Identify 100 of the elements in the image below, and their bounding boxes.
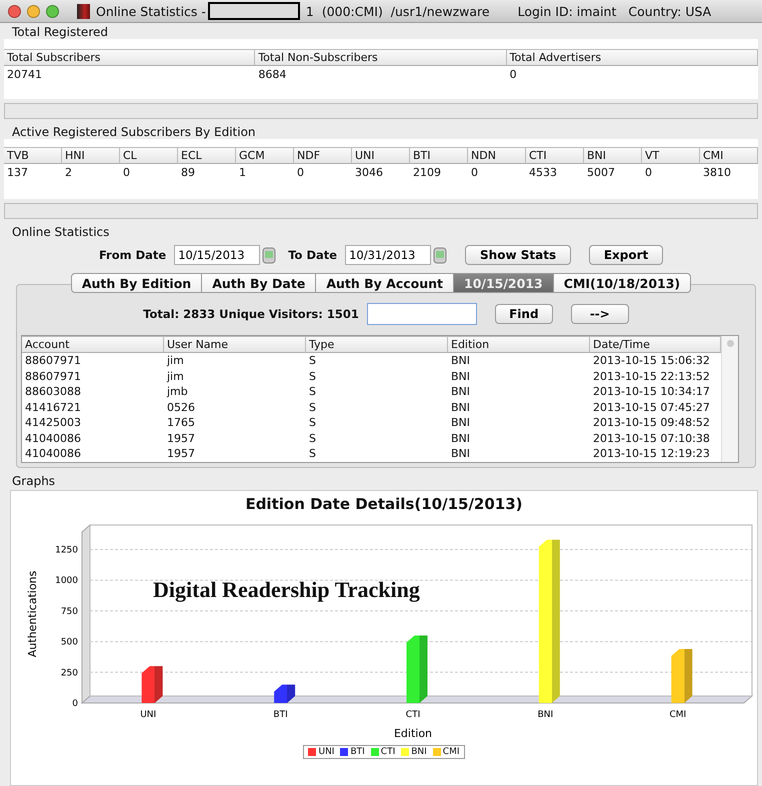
- legend-label: BTI: [350, 746, 365, 756]
- tab[interactable]: Auth By Edition: [70, 273, 202, 293]
- minimize-button[interactable]: [27, 4, 40, 18]
- table-cell-text: BNI: [450, 446, 472, 462]
- next-button[interactable]: -->: [570, 304, 629, 324]
- table-cell-text: BNI: [450, 400, 472, 415]
- column-header: TVB: [4, 147, 62, 164]
- column-header: GCM: [236, 147, 294, 164]
- overlay-caption: Digital Readership Tracking: [153, 576, 420, 602]
- section-title: Online Statistics: [11, 224, 110, 239]
- table-cell-text: 1957: [166, 430, 196, 446]
- y-tick-label: 1250: [55, 545, 78, 556]
- column-header: CTI: [526, 147, 584, 164]
- table-cell-text: 88607971: [24, 353, 82, 368]
- table-cell-text: BNI: [450, 430, 472, 446]
- search-field[interactable]: [366, 303, 477, 325]
- legend-label: CTI: [380, 746, 396, 756]
- section-title: Graphs: [11, 472, 56, 488]
- column-header: HNI: [62, 147, 120, 164]
- tab[interactable]: 10/15/2013: [454, 273, 554, 293]
- table-cell-text: 2013-10-15 22:13:52: [592, 368, 711, 384]
- table-cell-text: S: [308, 400, 317, 415]
- table-cell-text: 88607971: [24, 368, 82, 384]
- to-date-label: To Date: [288, 248, 338, 262]
- column-header: Total Subscribers: [4, 49, 256, 66]
- column-header: CMI: [700, 147, 758, 164]
- x-tick-label: BTI: [273, 710, 288, 720]
- y-tick-label: 500: [60, 637, 78, 648]
- from-date-label: From Date: [98, 248, 166, 262]
- column-header: NDF: [294, 147, 352, 164]
- table-cell-text: 0526: [166, 400, 196, 415]
- table-cell-text: 2013-10-15 07:45:27: [592, 400, 711, 415]
- x-tick-label: UNI: [140, 710, 156, 720]
- bar: [406, 634, 428, 702]
- find-button[interactable]: Find: [494, 304, 553, 324]
- table-cell-text: BNI: [450, 415, 472, 430]
- column-header: NDN: [468, 147, 526, 164]
- table-cell-text: 2013-10-15 10:34:17: [592, 384, 711, 400]
- tab[interactable]: Auth By Account: [316, 273, 454, 293]
- y-tick-label: 0: [72, 698, 78, 708]
- table-cell-text: 2013-10-15 15:06:32: [592, 353, 711, 368]
- bar: [142, 666, 163, 702]
- chart-title: Edition Date Details(10/15/2013): [245, 494, 523, 514]
- table-cell-text: 41040086: [24, 446, 82, 462]
- x-tick-label: BNI: [538, 710, 554, 720]
- table-cell-text: 2013-10-15 07:10:38: [592, 430, 711, 446]
- from-date-field[interactable]: 10/15/2013: [174, 245, 260, 265]
- country: Country: USA: [628, 4, 712, 18]
- window-title: Online Statistics -: [96, 4, 206, 18]
- to-date-field[interactable]: 10/31/2013: [345, 245, 432, 265]
- table-cell-text: jim: [166, 368, 185, 384]
- window-path: 1 (000:CMI) /usr1/newzware: [306, 4, 490, 18]
- close-button[interactable]: [8, 4, 21, 18]
- legend-label: UNI: [318, 746, 334, 756]
- column-header: CL: [120, 147, 178, 164]
- x-tick-label: CMI: [669, 710, 686, 720]
- table-cell-text: BNI: [450, 353, 472, 368]
- y-tick-label: 1000: [55, 576, 78, 586]
- bar: [274, 684, 296, 702]
- tab[interactable]: CMI(10/18/2013): [554, 273, 692, 293]
- table-cell-text: 41416721: [24, 400, 82, 415]
- column-header: User Name: [164, 336, 306, 353]
- x-tick-label: CTI: [406, 710, 420, 720]
- show-stats-button[interactable]: Show Stats: [465, 245, 572, 265]
- column-header: BTI: [410, 147, 468, 164]
- column-header: BNI: [584, 147, 642, 164]
- table-cell-text: 1765: [166, 415, 196, 430]
- splitter-bar[interactable]: [4, 103, 758, 119]
- export-button[interactable]: Export: [589, 245, 664, 265]
- splitter-bar[interactable]: [4, 203, 758, 219]
- zoom-button[interactable]: [46, 4, 59, 18]
- y-tick-label: 250: [60, 668, 78, 678]
- tab[interactable]: Auth By Date: [202, 273, 316, 293]
- table-cell-text: S: [308, 446, 317, 462]
- x-axis-title: Edition: [394, 726, 432, 740]
- table-cell-text: BNI: [450, 368, 472, 384]
- column-header: Account: [22, 336, 164, 353]
- table-cell-text: jmb: [166, 384, 189, 400]
- table-cell-text: S: [308, 384, 317, 400]
- column-header: Type: [306, 336, 448, 353]
- scrollbar-thumb[interactable]: [726, 340, 734, 347]
- calendar-icon[interactable]: [433, 246, 448, 264]
- table-cell-text: jim: [166, 353, 185, 368]
- table-cell-text: S: [308, 430, 317, 446]
- legend-label: CMI: [442, 746, 460, 756]
- table-cell-text: 41425003: [24, 415, 82, 430]
- y-axis-title: Authentications: [26, 570, 39, 657]
- table-cell-text: S: [308, 353, 317, 368]
- table-cell-text: 2013-10-15 09:48:52: [592, 415, 711, 430]
- calendar-icon[interactable]: [262, 246, 276, 264]
- column-header: Edition: [448, 336, 590, 353]
- column-header: Total Advertisers: [506, 49, 758, 66]
- table-cell-text: 2013-10-15 12:19:23: [592, 446, 711, 462]
- column-header: Total Non-Subscribers: [255, 49, 507, 66]
- legend-label: BNI: [411, 746, 427, 756]
- y-tick-label: 750: [60, 606, 78, 616]
- table-cell-text: 88603088: [24, 384, 82, 400]
- column-header: UNI: [352, 147, 410, 164]
- table-cell-text: 1957: [166, 446, 196, 462]
- app-icon: [77, 4, 90, 18]
